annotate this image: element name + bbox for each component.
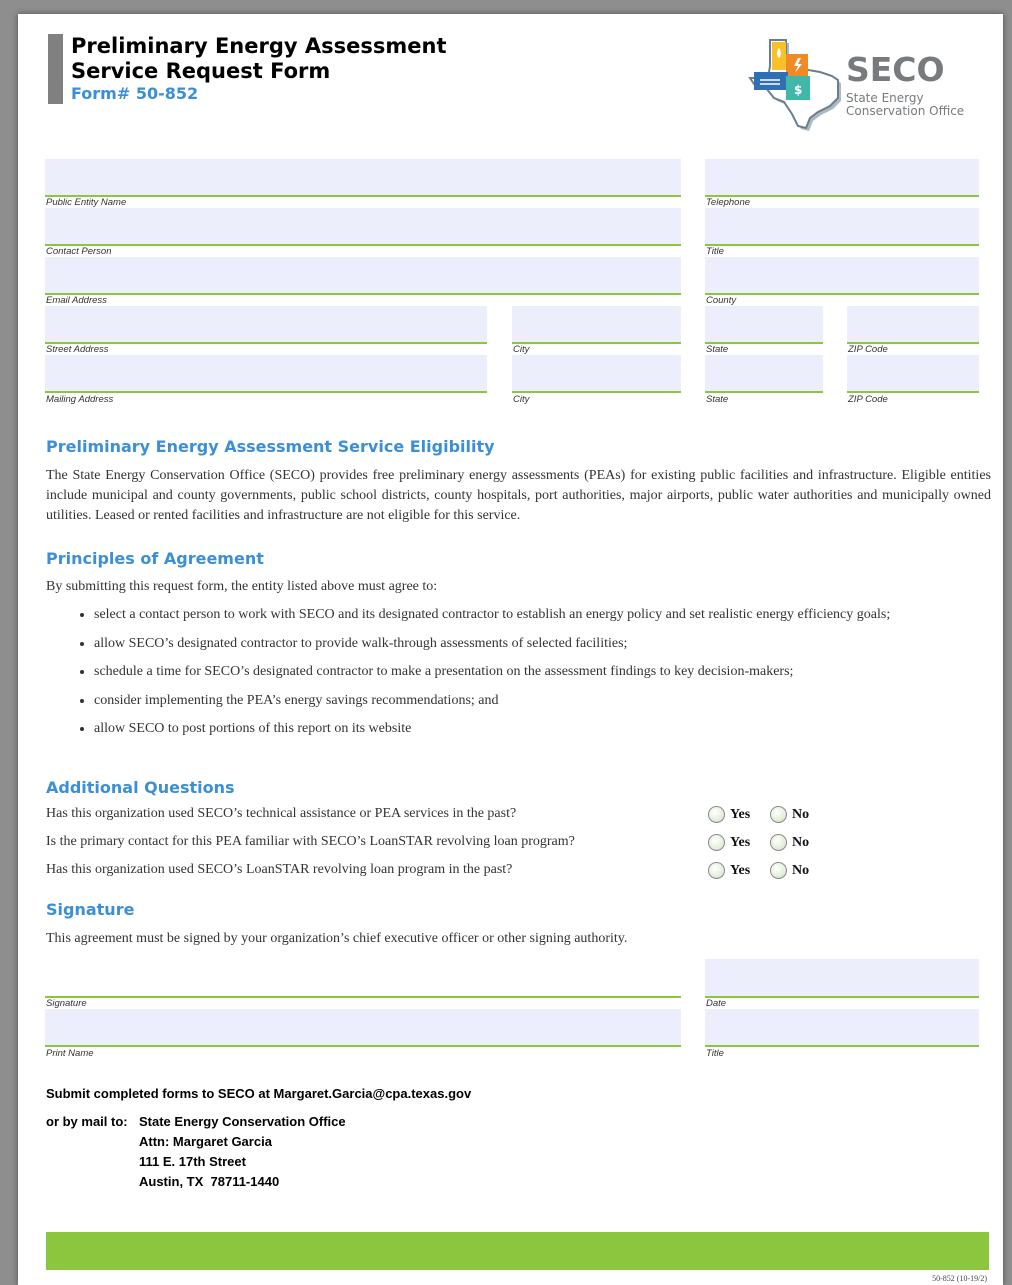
logo-subtitle: State Energy Conservation Office xyxy=(846,92,964,118)
seco-logo: $ SECO State Energy Conservation Office xyxy=(748,36,988,131)
contact-person-label: Contact Person xyxy=(46,246,112,257)
mailing-city-label: City xyxy=(513,394,530,405)
question-3-no-radio[interactable]: No xyxy=(770,862,809,879)
telephone-label: Telephone xyxy=(706,197,751,208)
print-name-label: Print Name xyxy=(46,1048,94,1059)
footer-green-band xyxy=(46,1232,989,1270)
street-zip-label: ZIP Code xyxy=(848,344,888,355)
logo-subtitle-line-2: Conservation Office xyxy=(846,104,965,118)
street-city-field[interactable] xyxy=(512,306,681,344)
question-3-yes-radio[interactable]: Yes xyxy=(708,862,750,879)
email-address-field[interactable] xyxy=(45,257,681,295)
mailing-state-label: State xyxy=(706,394,729,405)
signature-label: Signature xyxy=(46,998,87,1009)
question-2-yes-radio[interactable]: Yes xyxy=(708,834,750,851)
street-zip-field[interactable] xyxy=(847,306,979,344)
title-line-1: Preliminary Energy Assessment xyxy=(71,34,447,58)
radio-circle[interactable] xyxy=(770,806,787,823)
address-line: 111 E. 17th Street xyxy=(139,1154,246,1169)
principle-item: select a contact person to work with SEC… xyxy=(94,604,914,625)
form-number: Form# 50-852 xyxy=(71,84,199,103)
question-2-no-radio[interactable]: No xyxy=(770,834,809,851)
street-address-label: Street Address xyxy=(46,344,109,355)
question-3-text: Has this organization used SECO’s LoanST… xyxy=(46,862,513,877)
principle-item: consider implementing the PEA’s energy s… xyxy=(94,690,914,711)
form-page: Preliminary Energy Assessment Service Re… xyxy=(18,14,1003,1285)
title-label: Title xyxy=(706,246,724,257)
address-line: Austin, TX 78711-1440 xyxy=(139,1174,280,1189)
page-title: Preliminary Energy Assessment Service Re… xyxy=(71,34,446,84)
mailing-address-block: State Energy Conservation Office Attn: M… xyxy=(139,1112,346,1192)
telephone-field[interactable] xyxy=(705,159,979,197)
yes-label: Yes xyxy=(730,806,751,822)
eligibility-text: The State Energy Conservation Office (SE… xyxy=(46,468,991,523)
mailing-address-field[interactable] xyxy=(45,355,487,393)
radio-circle[interactable] xyxy=(770,862,787,879)
mailing-zip-field[interactable] xyxy=(847,355,979,393)
question-1-yes-radio[interactable]: Yes xyxy=(708,806,750,823)
principle-item: allow SECO’s designated contractor to pr… xyxy=(94,633,914,654)
street-address-field[interactable] xyxy=(45,306,487,344)
question-2-text: Is the primary contact for this PEA fami… xyxy=(46,834,575,849)
title-line-2: Service Request Form xyxy=(71,59,331,83)
county-label: County xyxy=(706,295,737,306)
mailing-state-field[interactable] xyxy=(705,355,823,393)
principles-list: select a contact person to work with SEC… xyxy=(68,604,914,747)
signature-title-label: Title xyxy=(706,1048,724,1059)
contact-person-field[interactable] xyxy=(45,208,681,246)
question-1-text: Has this organization used SECO’s techni… xyxy=(46,806,517,821)
signature-heading: Signature xyxy=(46,900,135,919)
public-entity-name-field[interactable] xyxy=(45,159,681,197)
svg-text:$: $ xyxy=(794,83,802,97)
title-field[interactable] xyxy=(705,208,979,246)
street-city-label: City xyxy=(513,344,530,355)
address-line: Attn: Margaret Garcia xyxy=(139,1134,272,1149)
radio-circle[interactable] xyxy=(708,862,725,879)
date-label: Date xyxy=(706,998,727,1009)
yes-label: Yes xyxy=(730,862,751,878)
form-revision-code: 50-852 (10-19/2) xyxy=(932,1274,987,1283)
street-state-label: State xyxy=(706,344,729,355)
signature-field[interactable] xyxy=(45,995,681,998)
no-label: No xyxy=(792,834,810,850)
eligibility-heading: Preliminary Energy Assessment Service El… xyxy=(46,437,495,456)
signature-title-field[interactable] xyxy=(705,1009,979,1047)
submit-mail-prefix: or by mail to: xyxy=(46,1114,128,1129)
mailing-address-label: Mailing Address xyxy=(46,394,114,405)
yes-label: Yes xyxy=(730,834,751,850)
street-state-field[interactable] xyxy=(705,306,823,344)
date-field[interactable] xyxy=(705,959,979,998)
county-field[interactable] xyxy=(705,257,979,295)
no-label: No xyxy=(792,806,810,822)
submit-email-line: Submit completed forms to SECO at Margar… xyxy=(46,1086,472,1101)
radio-circle[interactable] xyxy=(708,834,725,851)
radio-circle[interactable] xyxy=(708,806,725,823)
principle-item: schedule a time for SECO’s designated co… xyxy=(94,661,914,682)
print-name-field[interactable] xyxy=(45,1009,681,1047)
radio-circle[interactable] xyxy=(770,834,787,851)
no-label: No xyxy=(792,862,810,878)
principles-intro: By submitting this request form, the ent… xyxy=(46,579,438,594)
email-address-label: Email Address xyxy=(46,295,107,306)
questions-heading: Additional Questions xyxy=(46,778,235,797)
address-line: State Energy Conservation Office xyxy=(139,1114,346,1129)
public-entity-name-label: Public Entity Name xyxy=(46,197,127,208)
question-1-no-radio[interactable]: No xyxy=(770,806,809,823)
texas-map-icon: $ xyxy=(748,39,841,131)
title-accent-bar xyxy=(48,34,63,104)
principles-heading: Principles of Agreement xyxy=(46,549,264,568)
mailing-zip-label: ZIP Code xyxy=(848,394,888,405)
signature-text: This agreement must be signed by your or… xyxy=(46,931,628,946)
mailing-city-field[interactable] xyxy=(512,355,681,393)
principle-item: allow SECO to post portions of this repo… xyxy=(94,718,914,739)
logo-wordmark: SECO xyxy=(846,50,945,89)
